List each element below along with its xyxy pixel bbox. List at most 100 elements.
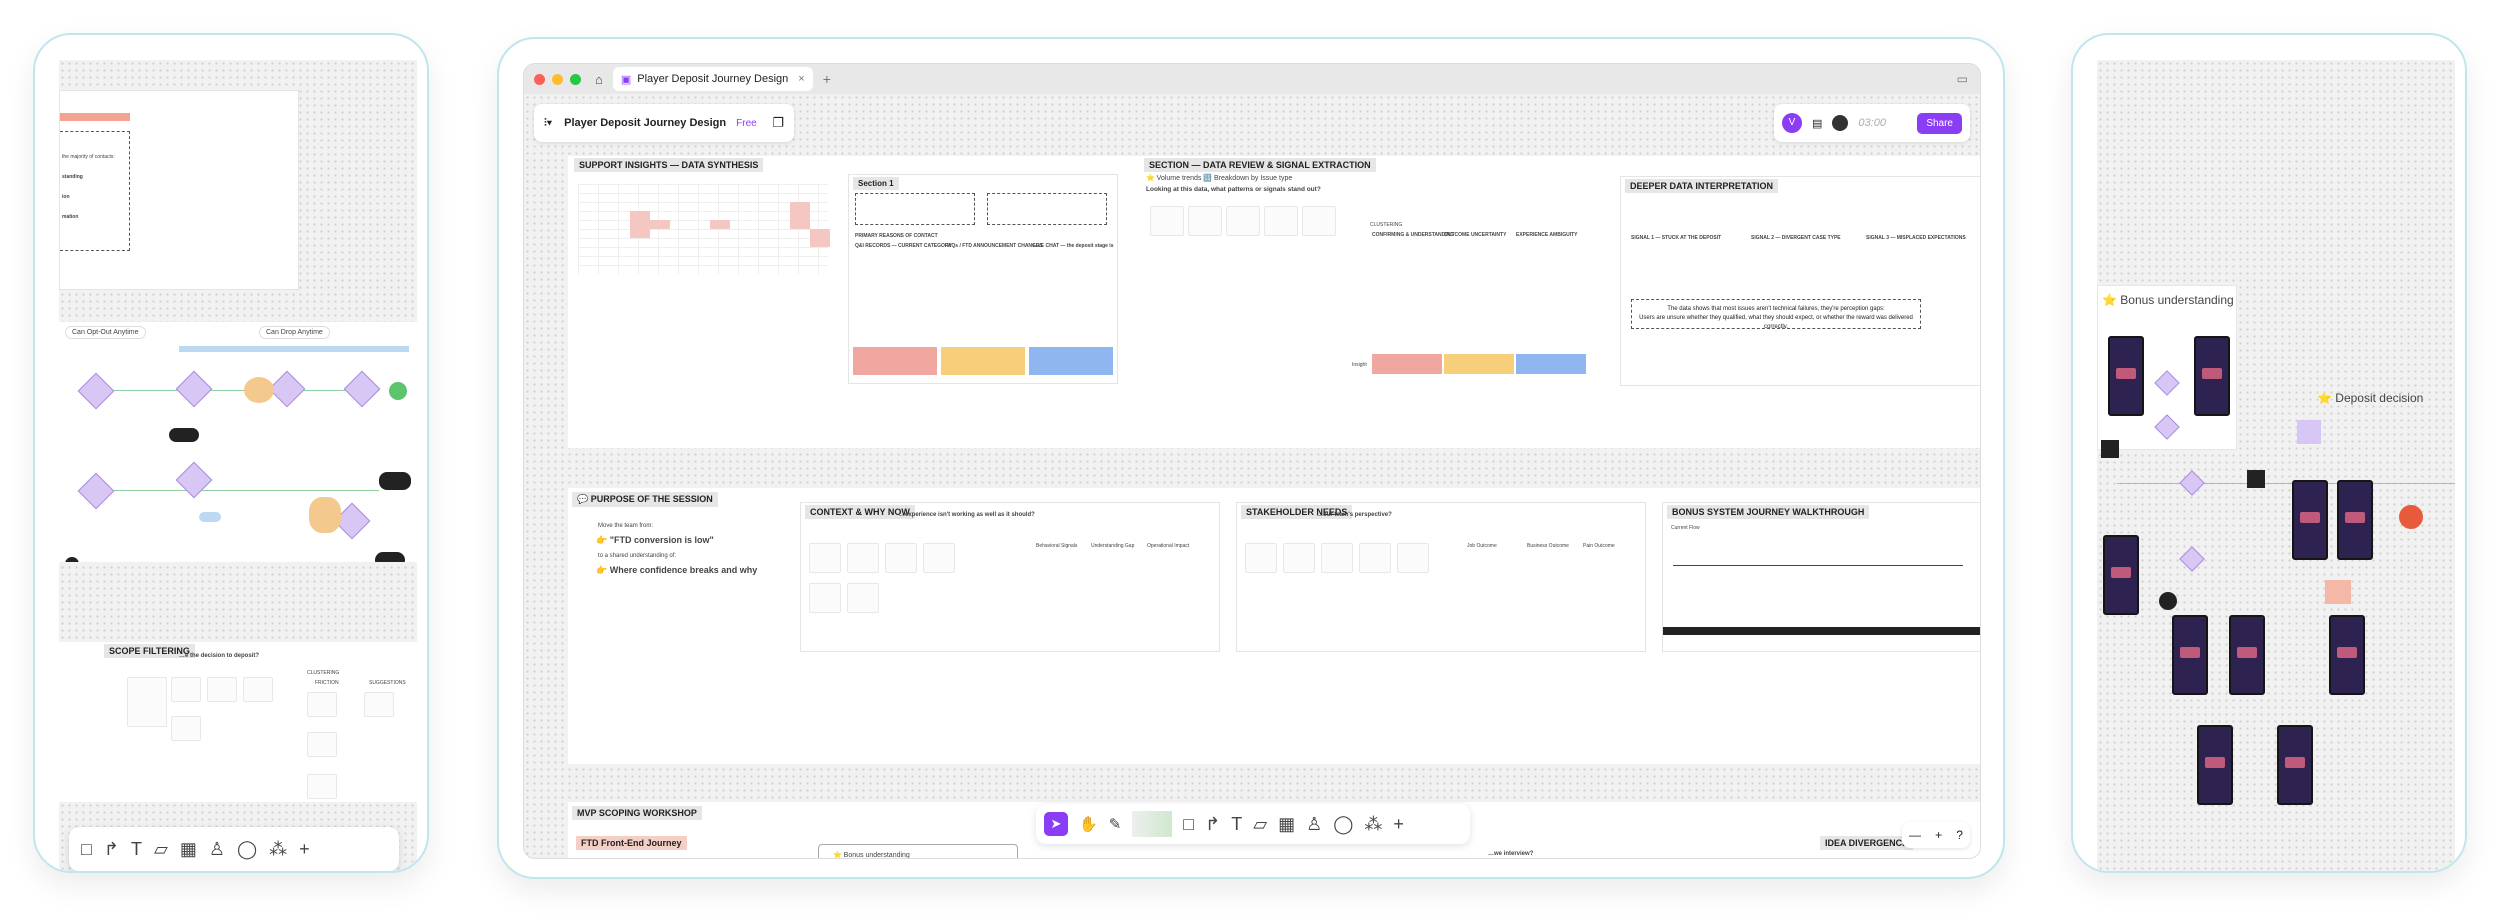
home-icon[interactable]: ⌂: [595, 72, 603, 87]
maximize-window-button[interactable]: [570, 73, 581, 85]
sticky-icon[interactable]: ▱: [154, 839, 168, 860]
left-canvas[interactable]: the majority of contacts: standing ion m…: [59, 60, 417, 871]
phone-mockup: [2229, 615, 2265, 695]
minimize-window-button[interactable]: [552, 73, 563, 85]
board-alignment: 💬 PURPOSE OF THE SESSION Move the team f…: [568, 488, 1980, 764]
phone-mockup: [2108, 336, 2144, 416]
review-insight-label: Insight: [1352, 362, 1367, 368]
cluster-outcome: OUTCOME UNCERTAINTY: [1444, 232, 1507, 238]
context-col-b: Understanding Gap: [1091, 543, 1135, 549]
left-label-optout: Can Opt-Out Anytime: [65, 326, 146, 340]
comment-icon[interactable]: ◯: [1333, 814, 1353, 835]
plus-icon[interactable]: +: [299, 839, 310, 860]
flow-decision: [268, 370, 306, 408]
connector-icon[interactable]: ↱: [104, 839, 119, 860]
main-canvas[interactable]: ⫶▾ Player Deposit Journey Design Free ❐ …: [524, 94, 1980, 858]
zoom-in-icon[interactable]: +: [1935, 828, 1942, 842]
document-title[interactable]: Player Deposit Journey Design: [564, 117, 726, 129]
square-icon[interactable]: □: [1183, 814, 1194, 835]
table-icon[interactable]: ▦: [180, 839, 197, 860]
timer-icon[interactable]: [1832, 115, 1849, 131]
bottom-toolbar: ➤ ✋ ✎ □ ↱ T ▱ ▦ ♙ ◯ ⁂ +: [1036, 804, 1470, 844]
person-icon[interactable]: ♙: [1306, 814, 1322, 835]
left-board-top: the majority of contacts: standing ion m…: [59, 90, 299, 290]
table-icon[interactable]: ▦: [1278, 814, 1295, 835]
text-icon[interactable]: T: [1231, 814, 1242, 835]
board-icon: ▣: [620, 73, 632, 86]
section-stakeholders: STAKEHOLDER NEEDS …our team's perspectiv…: [1236, 502, 1646, 652]
signal-3: SIGNAL 3 — MISPLACED EXPECTATIONS: [1866, 235, 1966, 241]
sidebar-toggle-icon[interactable]: ▭: [1957, 72, 1968, 86]
document-header: ⫶▾ Player Deposit Journey Design Free ❐: [534, 104, 794, 142]
cluster-experience: EXPERIENCE AMBIGUITY: [1516, 232, 1578, 238]
close-icon[interactable]: ×: [798, 73, 804, 85]
left-label-drop: Can Drop Anytime: [259, 326, 330, 340]
apps-icon[interactable]: ⁂: [269, 839, 287, 860]
purpose-move: Move the team from:: [598, 523, 654, 529]
data-review-title: SECTION — DATA REVIEW & SIGNAL EXTRACTIO…: [1144, 158, 1376, 172]
col-live-chat: LIVE CHAT — the deposit stage is: [1033, 243, 1114, 249]
purpose-title: 💬 PURPOSE OF THE SESSION: [572, 492, 718, 507]
square-icon[interactable]: □: [81, 839, 92, 860]
idea-divergence-title: IDEA DIVERGENCE: [1820, 836, 1914, 850]
left-preview-frame: the majority of contacts: standing ion m…: [33, 33, 429, 873]
pen-icon[interactable]: ✎: [1109, 815, 1122, 833]
apps-icon[interactable]: ⁂: [1364, 814, 1382, 835]
color-swatches[interactable]: [1132, 811, 1173, 837]
scope-question: …e the decision to deposit?: [179, 653, 260, 659]
share-button[interactable]: Share: [1917, 112, 1962, 134]
section-context: CONTEXT & WHY NOW …experience isn't work…: [800, 502, 1220, 652]
stakeholder-question: …our team's perspective?: [1317, 512, 1392, 518]
section-support-insights: SUPPORT INSIGHTS — DATA SYNTHESIS Sectio…: [568, 156, 1124, 448]
flow-decision: [77, 472, 115, 510]
document-tab[interactable]: ▣ Player Deposit Journey Design ×: [612, 67, 813, 91]
stake-col-a: Job Outcome: [1467, 543, 1497, 549]
close-window-button[interactable]: [534, 73, 545, 85]
section-deeper-interpretation: DEEPER DATA INTERPRETATION SIGNAL 1 — ST…: [1620, 176, 1980, 386]
menu-icon[interactable]: ⫶▾: [544, 117, 552, 130]
stake-col-c: Pain Outcome: [1583, 543, 1615, 549]
help-icon[interactable]: ?: [1956, 828, 1963, 842]
plus-icon[interactable]: +: [1393, 814, 1404, 835]
purpose-where: 👉 Where confidence breaks and why: [596, 565, 758, 575]
timer-display[interactable]: 03:00: [1858, 117, 1886, 129]
main-preview-frame: ⌂ ▣ Player Deposit Journey Design × + ▭ …: [497, 37, 2005, 879]
left-toolbar: □ ↱ T ▱ ▦ ♙ ◯ ⁂ +: [69, 827, 399, 871]
right-board-bonus: ⭐ Bonus understanding: [2097, 285, 2237, 450]
deeper-summary-line2: Users are unsure whether they qualified,…: [1639, 315, 1913, 329]
signal-2: SIGNAL 2 — DIVERGENT CASE TYPE: [1751, 235, 1841, 241]
phone-mockup: [2329, 615, 2365, 695]
new-tab-button[interactable]: +: [823, 71, 831, 87]
context-question: …experience isn't working as well as it …: [899, 512, 1035, 518]
right-canvas[interactable]: ⭐ Bonus understanding ⭐ Deposit decision: [2097, 60, 2455, 871]
col-faqs: FAQs / FTD ANNOUNCEMENT CHANGES: [945, 243, 1043, 249]
flow-decision: [2154, 414, 2180, 440]
hand-icon[interactable]: ✋: [1079, 815, 1098, 833]
title-bar: ⌂ ▣ Player Deposit Journey Design × + ▭: [524, 64, 1980, 94]
left-text-mation: mation: [62, 214, 79, 220]
connector-icon[interactable]: ↱: [1205, 814, 1220, 835]
zoom-out-icon[interactable]: —: [1909, 828, 1921, 842]
person-icon[interactable]: ♙: [209, 839, 225, 860]
sticky-icon[interactable]: ▱: [1253, 814, 1267, 835]
right-deposit-decision: ⭐ Deposit decision: [2317, 391, 2424, 405]
left-text-contacts: the majority of contacts:: [62, 154, 115, 160]
flow-decision: [2179, 546, 2205, 572]
app-window: ⌂ ▣ Player Deposit Journey Design × + ▭ …: [523, 63, 1981, 859]
context-col-a: Behavioral Signals: [1036, 543, 1078, 549]
tab-title: Player Deposit Journey Design: [637, 73, 789, 85]
bonus-walkthrough-title: BONUS SYSTEM JOURNEY WALKTHROUGH: [1667, 505, 1870, 519]
cursor-icon[interactable]: ➤: [1044, 812, 1068, 836]
review-clustering: CLUSTERING: [1370, 222, 1403, 228]
zoom-controls: — + ?: [1902, 822, 1970, 848]
copy-icon[interactable]: ❐: [772, 115, 784, 131]
left-text-ion: ion: [62, 194, 70, 200]
board-research: SUPPORT INSIGHTS — DATA SYNTHESIS Sectio…: [568, 156, 1980, 448]
text-icon[interactable]: T: [131, 839, 142, 860]
deeper-summary-line1: The data shows that most issues aren't t…: [1667, 306, 1885, 312]
comment-icon[interactable]: ◯: [237, 839, 257, 860]
context-col-c: Operational Impact: [1147, 543, 1190, 549]
avatar[interactable]: V: [1782, 113, 1802, 133]
layout-icon[interactable]: ▤: [1812, 117, 1822, 130]
section-bonus-walkthrough: BONUS SYSTEM JOURNEY WALKTHROUGH Current…: [1662, 502, 1980, 652]
